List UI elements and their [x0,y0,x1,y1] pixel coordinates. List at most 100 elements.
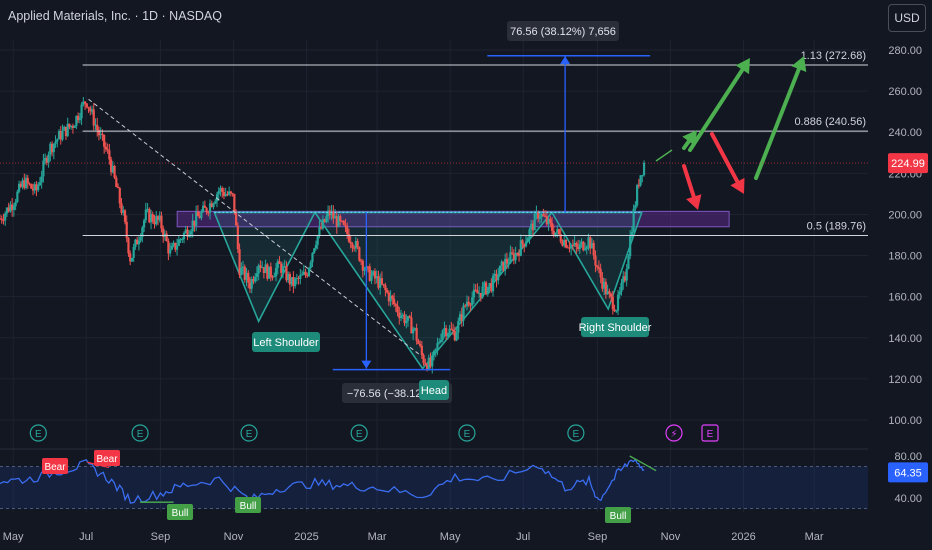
candle-body [203,205,206,208]
price-axis-tick: 260.00 [888,86,922,98]
arrow-down-2-shaft [710,132,740,184]
candle-body [505,258,509,264]
candle-body [240,267,243,276]
fib-0-886-label: 0.886 (240.56) [794,116,866,128]
candle-body [200,211,203,219]
candle-body [137,240,140,245]
candle-body [73,126,76,128]
upcoming-earnings-label: E [707,429,714,440]
candle-body [408,316,411,318]
candle-body [92,109,95,126]
candle-body [514,253,517,261]
candle-body [370,274,373,281]
candle-body [392,298,396,305]
candle-body [217,190,220,195]
candle-body [274,268,278,277]
rsi-value-label: 64.35 [894,467,922,479]
candle-body [438,341,441,343]
time-axis-tick: May [440,531,461,543]
candle-body [234,211,238,226]
candle-body [498,265,502,275]
candle-body [424,363,427,365]
candle-body [139,237,142,241]
price-axis-tick: 140.00 [888,333,922,345]
candle-body [85,103,88,107]
candle-body [142,220,146,228]
earnings-marker-label: E [35,429,42,440]
measure-down-arrowhead [361,360,372,369]
earnings-marker-label: E [356,429,363,440]
candle-body [132,246,135,258]
candle-body [309,262,312,268]
candle-body [106,149,109,151]
candle-body [47,154,50,163]
candle-body [432,350,436,356]
candle-body [596,265,599,268]
candle-body [304,271,307,276]
candle-body [233,193,236,212]
candle-body [177,239,180,246]
candle-body [599,268,602,278]
candle-body [436,342,439,349]
price-axis-tick: 120.00 [888,374,922,386]
candle-body [325,216,328,222]
candle-body [311,252,314,263]
candle-body [618,291,621,295]
candle-body [524,241,528,247]
candle-body [313,248,316,253]
candle-body [608,291,611,294]
candle-body [14,201,17,207]
candle-body [212,203,215,207]
candle-body [118,188,121,204]
candle-body [455,332,458,341]
candle-body [236,225,239,250]
candle-body [382,284,385,286]
price-axis-tick: 180.00 [888,251,922,263]
candle-body [165,233,168,242]
candle-body [116,187,120,189]
candle-body [467,301,470,305]
candle-body [625,268,628,281]
candle-body [181,239,184,241]
candle-body [26,177,29,184]
candle-body [451,329,455,331]
candle-body [130,257,134,262]
candle-body [281,266,285,273]
candle-body [87,106,90,109]
candle-body [144,209,147,221]
candle-body [396,305,399,313]
rsi-pane: Bear Bear Bull Bull Bull [0,448,868,523]
candle-body [439,339,443,342]
candle-body [37,185,40,191]
candle-body [12,206,15,210]
candle-body [420,345,423,356]
candle-body [83,101,87,104]
candle-body [511,252,514,254]
candle-body [214,201,217,204]
candle-body [405,320,408,324]
rsi-axis-tick: 80.00 [894,451,922,463]
candle-body [356,241,359,248]
candle-body [339,216,342,221]
bull-tag-2: Bull [240,501,257,512]
candle-body [417,340,420,344]
candle-body [54,141,57,144]
candle-body [641,175,644,177]
price-axis-tick: 280.00 [888,45,922,57]
candle-body [294,278,297,287]
time-axis-tick: 2026 [731,531,755,543]
candle-body [472,289,476,298]
rsi-axis-tick: 40.00 [894,493,922,505]
arrow-down-1-shaft [682,164,696,199]
candle-body [113,165,116,178]
time-axis-tick: Sep [588,531,608,543]
candle-body [597,267,601,269]
candle-body [394,304,397,306]
candle-body [557,229,561,235]
candle-body [273,276,276,278]
price-wedge-line [655,149,673,162]
candle-body [491,275,495,292]
candle-body [415,328,418,341]
time-axis-tick: Sep [151,531,171,543]
candle-body [550,223,554,231]
